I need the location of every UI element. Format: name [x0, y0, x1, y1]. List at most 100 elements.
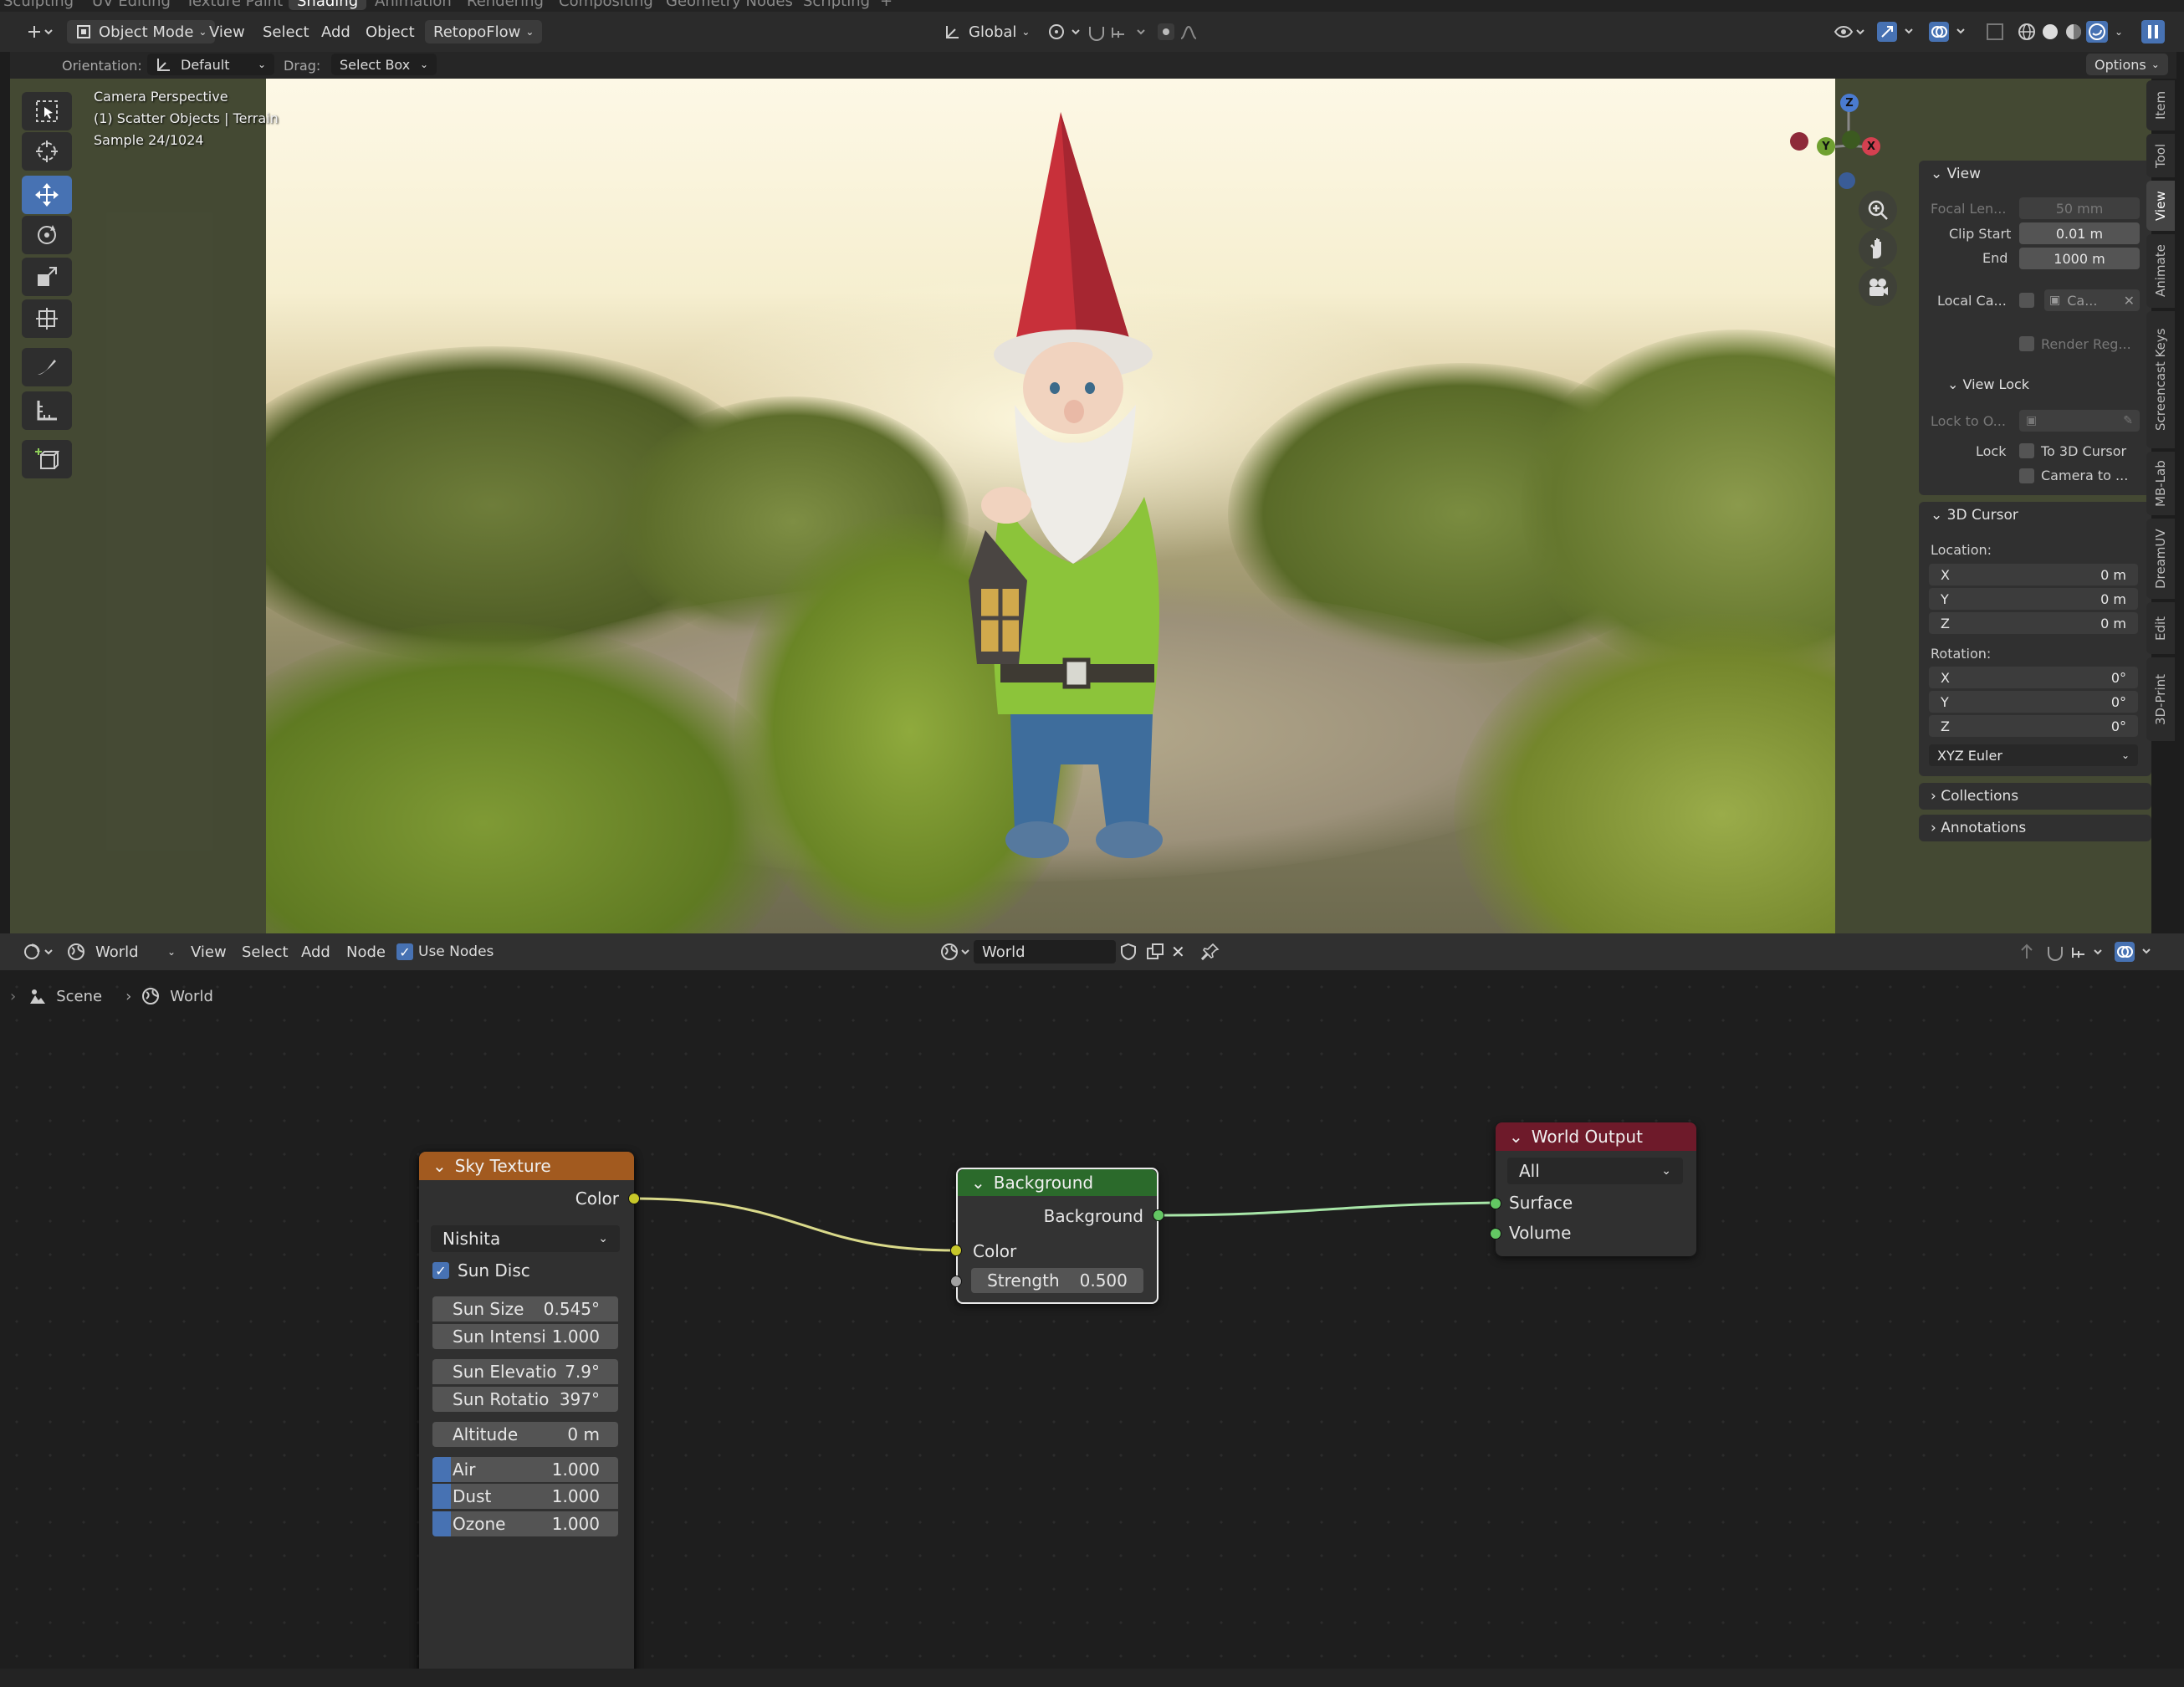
tool-cursor[interactable] — [22, 132, 72, 171]
orientation-dropdown[interactable]: Default ⌄ — [147, 54, 274, 75]
shading-rendered-button[interactable] — [2086, 20, 2108, 43]
cursor-rotation-y[interactable]: Y 0° — [1929, 691, 2138, 713]
tool-add-cube[interactable] — [22, 440, 72, 478]
node-world-output[interactable]: ⌄ World Output All ⌄ Surface Volume — [1496, 1122, 1696, 1256]
tab-scripting[interactable]: Scripting — [803, 0, 870, 10]
render-region-checkbox[interactable] — [2019, 336, 2034, 351]
mode-dropdown[interactable]: Object Mode ⌄ — [67, 20, 216, 43]
focal-length-field[interactable]: 50 mm — [2019, 197, 2140, 219]
tab-animate[interactable]: Animate — [2146, 234, 2175, 308]
node-menu-select[interactable]: Select — [242, 940, 289, 964]
sky-texture-header[interactable]: ⌄ Sky Texture — [419, 1152, 634, 1180]
node-background[interactable]: ⌄ Background Background Color Strength 0.5… — [956, 1168, 1158, 1304]
view-panel-header[interactable]: ⌄ View — [1931, 166, 1981, 182]
tab-sculpting[interactable]: Sculpting — [3, 0, 74, 10]
dust-density-field[interactable]: Dust 1.000 — [432, 1484, 618, 1509]
viewport-3d[interactable]: Camera Perspective (1) Scatter Objects |… — [10, 79, 2151, 933]
gizmo-y-axis[interactable]: Y — [1817, 137, 1835, 156]
background-color-input-socket[interactable] — [950, 1245, 962, 1256]
duplicate-world-button[interactable] — [1146, 940, 1164, 964]
node-editor-type-button[interactable] — [23, 940, 57, 964]
tool-transform[interactable] — [22, 299, 72, 338]
collapse-icon[interactable]: ⌄ — [432, 1156, 447, 1176]
pan-button[interactable] — [1859, 229, 1897, 268]
local-camera-checkbox[interactable] — [2019, 293, 2034, 308]
clip-end-field[interactable]: 1000 m — [2019, 248, 2140, 269]
tab-shading[interactable]: Shading — [289, 0, 367, 10]
collapse-icon[interactable]: ⌄ — [1509, 1127, 1523, 1147]
tab-uv-editing[interactable]: UV Editing — [92, 0, 171, 10]
proportional-edit-toggle[interactable] — [1158, 20, 1208, 43]
tab-edit[interactable]: Edit — [2146, 602, 2175, 654]
pivot-point-dropdown[interactable] — [1047, 20, 1084, 43]
annotations-panel[interactable]: › Annotations — [1919, 815, 2151, 841]
node-overlays-toggle[interactable] — [2115, 940, 2156, 964]
clip-start-field[interactable]: 0.01 m — [2019, 222, 2140, 244]
retopoflow-menu[interactable]: RetopoFlow ⌄ — [425, 20, 543, 43]
lock-3d-cursor-checkbox[interactable] — [2019, 443, 2034, 458]
tab-compositing[interactable]: Compositing — [559, 0, 653, 10]
shading-options-dropdown[interactable]: ⌄ — [2115, 20, 2123, 43]
tool-move[interactable] — [22, 176, 72, 214]
sun-intensity-field[interactable]: Sun Intensi 1.000 — [432, 1324, 618, 1349]
xray-toggle[interactable] — [1986, 20, 2004, 43]
collapse-icon[interactable]: ⌄ — [971, 1173, 985, 1193]
gizmo-x-axis[interactable]: X — [1862, 137, 1880, 156]
sun-disc-toggle[interactable]: ✓ Sun Disc — [432, 1260, 530, 1281]
pin-button[interactable] — [1201, 940, 1220, 964]
tab-rendering[interactable]: Rendering — [467, 0, 544, 10]
shading-material-button[interactable] — [2064, 20, 2083, 43]
tab-tool[interactable]: Tool — [2146, 134, 2175, 177]
cursor-rotation-x[interactable]: X 0° — [1929, 667, 2138, 688]
tab-3d-print[interactable]: 3D-Print — [2146, 657, 2175, 741]
tab-item[interactable]: Item — [2146, 80, 2175, 130]
shading-wireframe-button[interactable] — [2018, 20, 2036, 43]
gizmo-z-axis[interactable]: Z — [1840, 94, 1859, 112]
node-menu-node[interactable]: Node — [346, 940, 386, 964]
node-menu-view[interactable]: View — [191, 940, 227, 964]
view-lock-header[interactable]: ⌄ View Lock — [1947, 376, 2029, 392]
cursor-rotation-z[interactable]: Z 0° — [1929, 715, 2138, 737]
3d-cursor-header[interactable]: ⌄ 3D Cursor — [1931, 507, 2018, 524]
ozone-density-field[interactable]: Ozone 1.000 — [432, 1511, 618, 1536]
transform-orientation-dropdown[interactable]: Global ⌄ — [944, 20, 1030, 43]
pause-render-button[interactable] — [2141, 20, 2165, 43]
cursor-location-x[interactable]: X 0 m — [1929, 564, 2138, 585]
unlink-world-button[interactable]: ✕ — [1171, 940, 1185, 964]
background-shader-output-socket[interactable] — [1153, 1209, 1164, 1221]
strength-field[interactable]: Strength 0.500 — [971, 1268, 1143, 1293]
sun-elevation-field[interactable]: Sun Elevatio 7.9° — [432, 1359, 618, 1384]
tab-dreamuv[interactable]: DreamUV — [2146, 519, 2175, 599]
drag-dropdown[interactable]: Select Box ⌄ — [331, 54, 437, 75]
node-menu-add[interactable]: Add — [301, 940, 330, 964]
options-dropdown[interactable]: Options ⌄ — [2086, 54, 2168, 75]
collections-panel[interactable]: › Collections — [1919, 783, 2151, 810]
gizmo-neg-y-axis[interactable] — [1842, 130, 1860, 149]
tool-rotate[interactable] — [22, 216, 72, 254]
menu-view[interactable]: View — [209, 20, 245, 43]
tab-view[interactable]: View — [2146, 181, 2175, 231]
shader-type-dropdown[interactable]: World ⌄ — [67, 940, 176, 964]
clear-icon[interactable]: ✕ — [2124, 293, 2135, 309]
sun-rotation-field[interactable]: Sun Rotatio 397° — [432, 1387, 618, 1412]
camera-view-button[interactable] — [1859, 268, 1897, 306]
tool-scale[interactable] — [22, 258, 72, 296]
world-output-header[interactable]: ⌄ World Output — [1496, 1122, 1696, 1151]
gizmo-neg-z-axis[interactable] — [1839, 172, 1855, 189]
tool-measure[interactable] — [22, 391, 72, 430]
editor-type-button[interactable] — [25, 20, 55, 43]
node-canvas[interactable]: › Scene › World ⌄ Sky Texture Color Nishi… — [0, 970, 2184, 1685]
cursor-location-y[interactable]: Y 0 m — [1929, 588, 2138, 610]
snapping-toggle[interactable] — [1087, 20, 1149, 43]
sky-color-output-socket[interactable] — [628, 1193, 640, 1204]
fake-user-button[interactable] — [1119, 940, 1138, 964]
sky-type-dropdown[interactable]: Nishita ⌄ — [431, 1225, 620, 1252]
sun-size-field[interactable]: Sun Size 0.545° — [432, 1296, 618, 1321]
gizmo-toggle[interactable] — [1877, 20, 1919, 43]
visibility-dropdown[interactable] — [1834, 20, 1867, 43]
volume-input-socket[interactable] — [1490, 1228, 1501, 1240]
zoom-button[interactable] — [1859, 191, 1897, 229]
parent-node-tree-button[interactable] — [2018, 940, 2036, 964]
camera-to-view-checkbox[interactable] — [2019, 468, 2034, 483]
node-snap-toggle[interactable] — [2046, 940, 2108, 964]
